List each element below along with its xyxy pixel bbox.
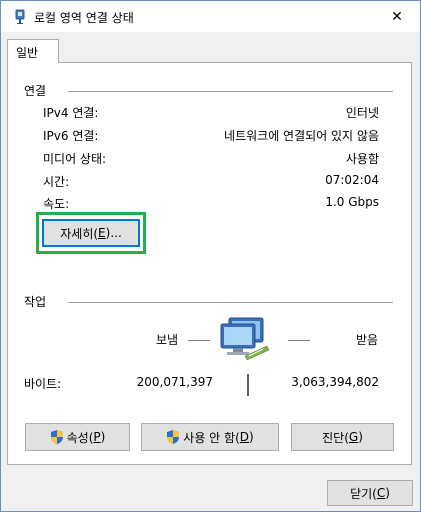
received-label: 받음: [356, 333, 379, 347]
sent-label: 보냄: [156, 333, 179, 347]
diagnose-button-text: 진단(: [322, 430, 349, 445]
disable-button-suffix: ): [249, 430, 254, 444]
network-adapter-icon: [15, 9, 25, 24]
title-bar[interactable]: 로컬 영역 연결 상태 ✕: [1, 1, 420, 32]
close-window-button[interactable]: ✕: [374, 1, 420, 32]
tab-general[interactable]: 일반: [7, 39, 59, 63]
properties-button-suffix: ): [100, 430, 106, 444]
tab-general-label: 일반: [16, 46, 39, 60]
close-icon: ✕: [391, 8, 403, 25]
received-line: [288, 340, 310, 341]
activity-divider: [68, 302, 393, 303]
activity-heading: 작업: [24, 295, 47, 309]
connection-heading: 연결: [24, 84, 47, 98]
close-button-suffix: ): [385, 486, 390, 500]
sent-line: [188, 340, 210, 341]
disable-button-text: 사용 안 함(: [183, 430, 240, 445]
activity-separator: [247, 374, 249, 396]
close-button-text: 닫기(: [350, 486, 377, 501]
details-button[interactable]: 자세히(E)...: [42, 219, 140, 247]
properties-button-text: 속성(: [66, 430, 94, 445]
details-button-accel: E: [98, 226, 106, 240]
status-dialog: 로컬 영역 연결 상태 ✕ 일반 연결 IPv4 연결: 인터넷 IPv6 연결…: [0, 0, 421, 512]
close-button-accel: C: [376, 486, 386, 500]
disable-button-accel: D: [239, 430, 250, 444]
diagnose-button-suffix: ): [358, 430, 363, 444]
connection-divider: [68, 91, 393, 92]
bytes-received-value: 3,063,394,802: [291, 375, 379, 389]
disable-button[interactable]: 사용 안 함(D): [141, 423, 279, 451]
close-button[interactable]: 닫기(C): [327, 480, 413, 506]
details-button-suffix: )...: [105, 226, 122, 240]
bytes-sent-value: 200,071,397: [136, 375, 213, 389]
uac-shield-icon: [167, 430, 180, 444]
ipv6-value: 네트워크에 연결되어 있지 않음: [224, 129, 379, 143]
speed-label: 속도:: [43, 197, 70, 211]
diagnose-button[interactable]: 진단(G): [291, 423, 394, 451]
network-activity-icon: [220, 317, 270, 361]
duration-value: 07:02:04: [325, 173, 379, 187]
uac-shield-icon: [50, 430, 63, 444]
properties-button[interactable]: 속성(P): [25, 423, 130, 451]
ipv4-value: 인터넷: [345, 106, 379, 120]
properties-button-accel: P: [93, 430, 101, 444]
ipv4-label: IPv4 연결:: [43, 106, 99, 120]
media-state-value: 사용함: [345, 152, 379, 166]
bytes-label: 바이트:: [24, 377, 62, 391]
general-panel: 연결 IPv4 연결: 인터넷 IPv6 연결: 네트워크에 연결되어 있지 않…: [7, 62, 412, 465]
window-title: 로컬 영역 연결 상태: [34, 11, 134, 25]
diagnose-button-accel: G: [348, 430, 359, 444]
duration-label: 시간:: [43, 175, 70, 189]
speed-value: 1.0 Gbps: [325, 195, 379, 209]
media-state-label: 미디어 상태:: [43, 152, 107, 166]
details-button-text: 자세히(: [60, 226, 99, 241]
ipv6-label: IPv6 연결:: [43, 129, 99, 143]
